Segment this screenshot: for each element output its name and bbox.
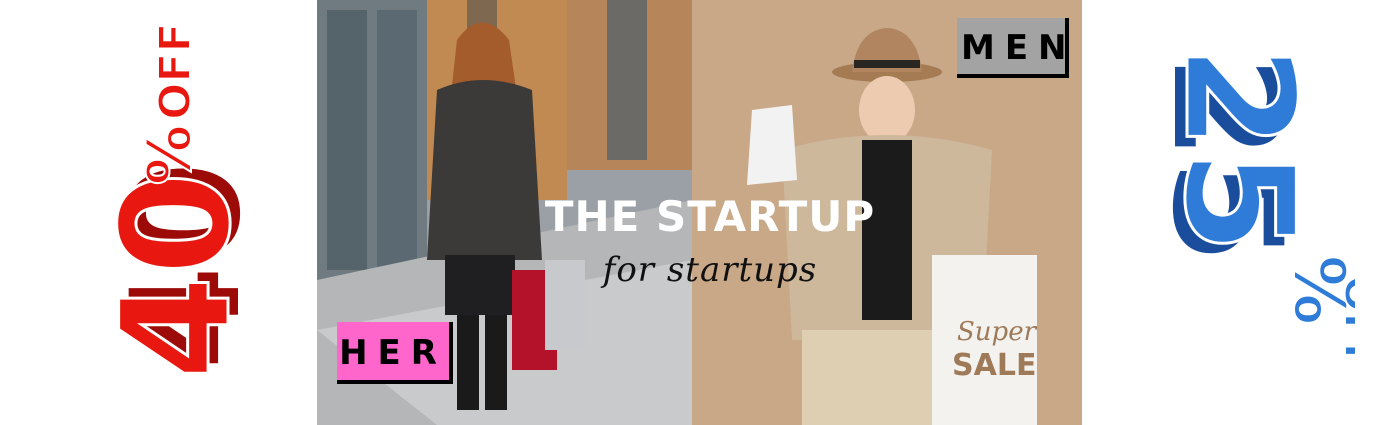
bag-print-top: Super — [957, 317, 1038, 347]
headline-tagline: for startups — [602, 250, 818, 290]
left-discount-badge: 40 40 % OFF — [60, 10, 275, 410]
sale-banner: 40 40 % OFF Super SALE THE STARTUP for s… — [0, 0, 1400, 425]
her-tag[interactable]: HER — [337, 322, 453, 384]
right-discount-badge: 25 25 % OFF — [1139, 25, 1386, 385]
left-discount-percent: 40 — [90, 171, 260, 380]
left-discount-sign: % — [135, 125, 205, 185]
headline-title: THE STARTUP — [544, 192, 876, 241]
left-discount-off: OFF — [150, 22, 201, 120]
men-tag[interactable]: MEN — [957, 18, 1069, 78]
right-discount-percent: 25 — [1151, 45, 1325, 254]
right-discount-off: OFF — [1334, 275, 1355, 373]
bag-print-bottom: SALE — [952, 348, 1036, 383]
